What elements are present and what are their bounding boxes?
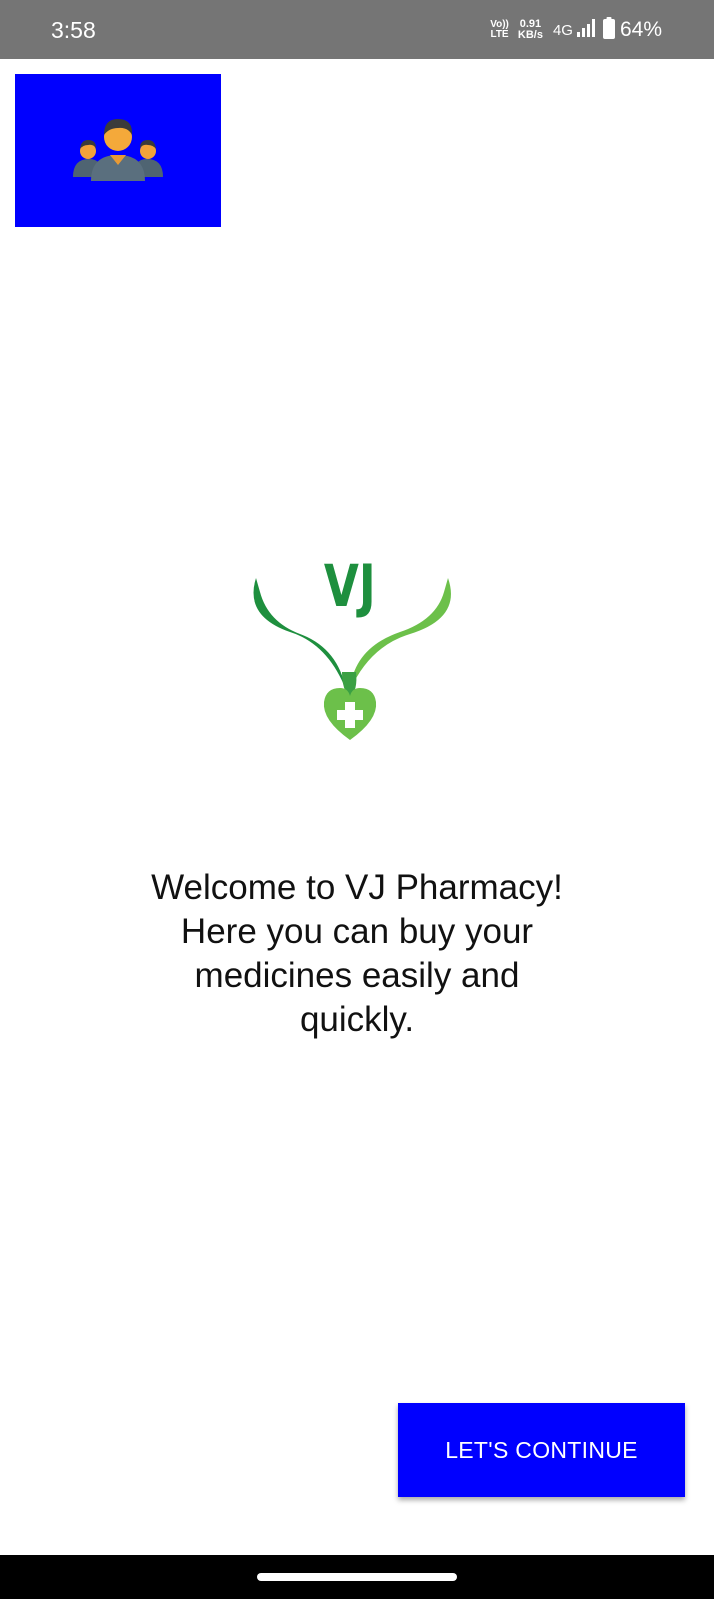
volte-bottom: LTE: [490, 29, 509, 40]
volte-icon: Vo)) LTE: [490, 20, 509, 40]
status-time: 3:58: [51, 17, 96, 43]
signal-icon: [576, 18, 595, 42]
group-users-icon: [73, 115, 163, 186]
network-speed: 0.91 KB/s: [518, 19, 543, 41]
welcome-message: Welcome to VJ Pharmacy! Here you can buy…: [151, 868, 563, 1039]
profile-button[interactable]: [15, 74, 221, 227]
status-bar: 3:58 Vo)) LTE 0.91 KB/s 4G 64%: [0, 0, 714, 59]
lets-continue-button[interactable]: LET'S CONTINUE: [398, 1403, 685, 1497]
navigation-bar: [0, 1555, 714, 1599]
network-speed-unit: KB/s: [517, 29, 543, 41]
battery-percentage: 64%: [619, 18, 662, 41]
status-indicators: Vo)) LTE 0.91 KB/s 4G 64%: [490, 14, 662, 46]
home-gesture-handle[interactable]: [257, 1573, 457, 1581]
network-type: 4G: [552, 21, 573, 39]
logo-text: VJ: [324, 554, 376, 621]
vj-pharmacy-logo: VJ: [250, 552, 454, 742]
battery-icon: [602, 16, 615, 44]
